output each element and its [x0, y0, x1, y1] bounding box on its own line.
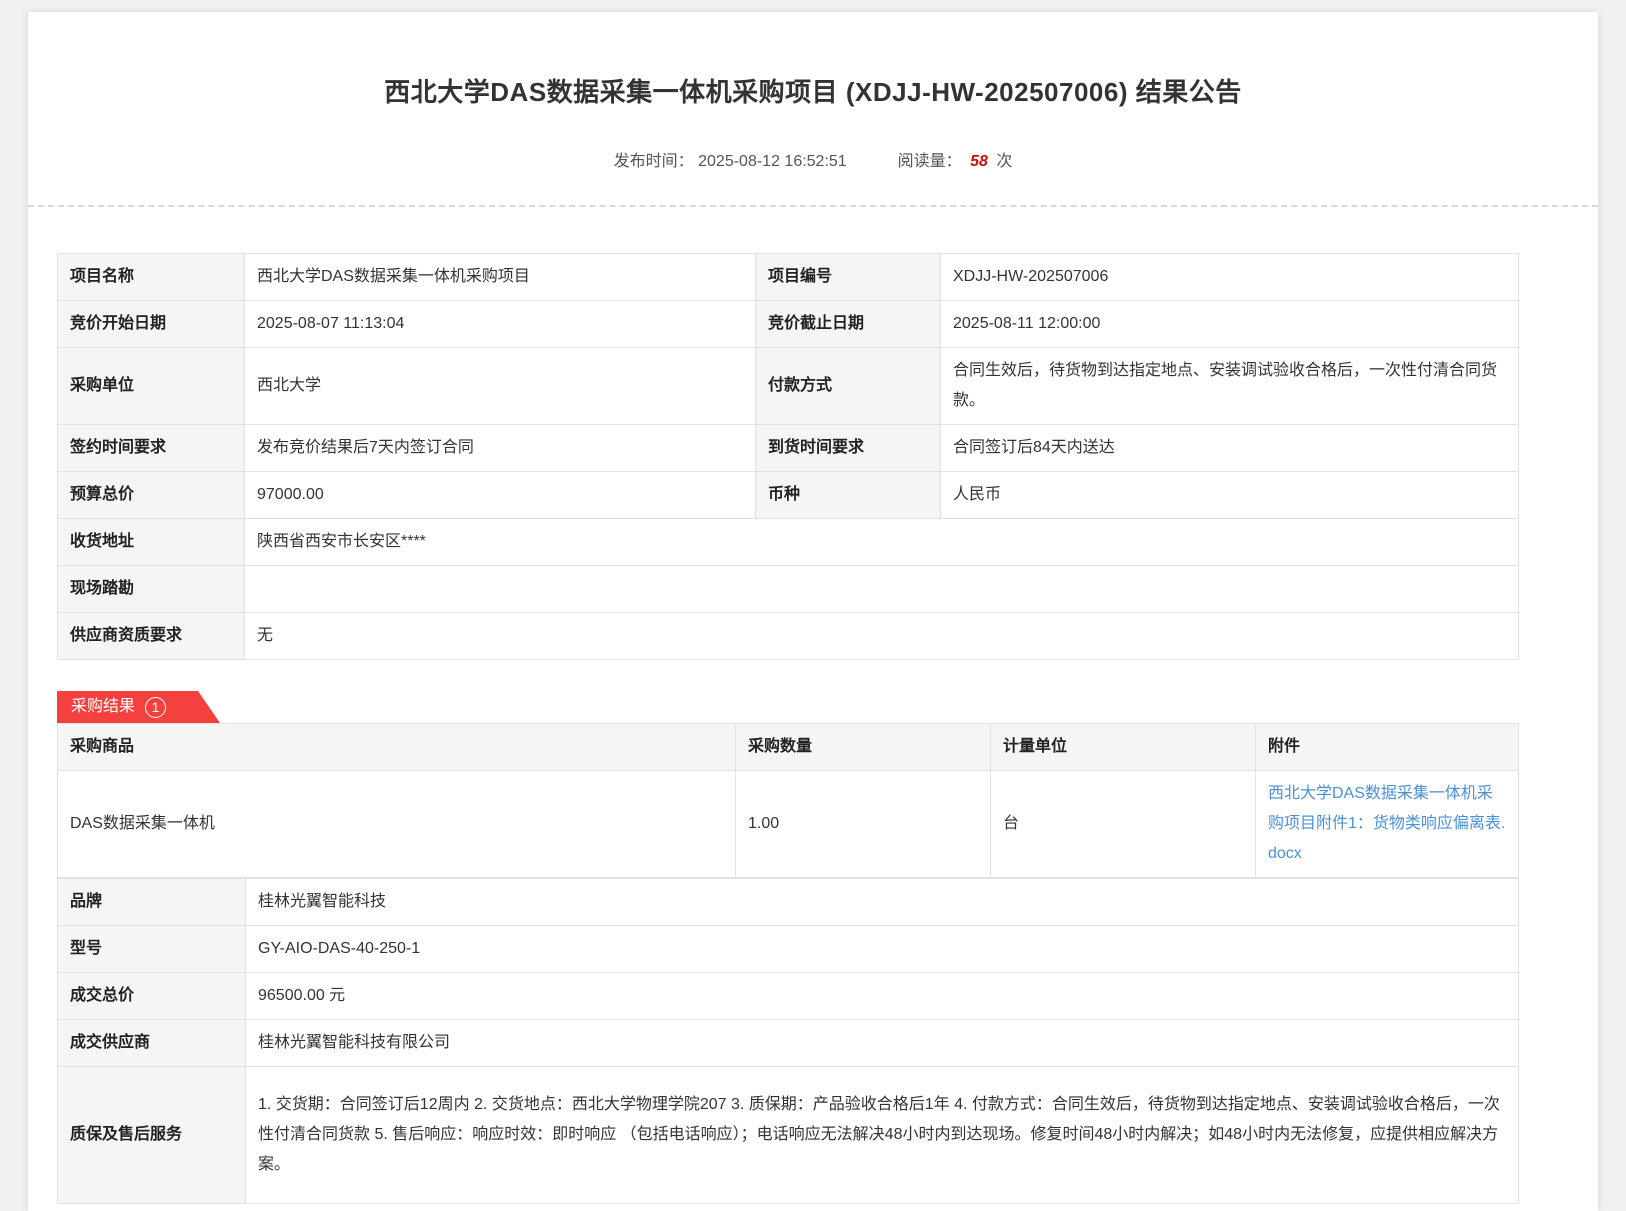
delivery-time-label: 到货时间要求: [756, 425, 941, 472]
table-row: 预算总价 97000.00 币种 人民币: [58, 472, 1519, 519]
qualification-label: 供应商资质要求: [58, 613, 245, 660]
table-row: 项目名称 西北大学DAS数据采集一体机采购项目 项目编号 XDJJ-HW-202…: [58, 254, 1519, 301]
bid-end-label: 竞价截止日期: [756, 301, 941, 348]
bid-start-label: 竞价开始日期: [58, 301, 245, 348]
table-row: 质保及售后服务 1. 交货期：合同签订后12周内 2. 交货地点：西北大学物理学…: [58, 1067, 1519, 1204]
delivery-time-value: 合同签订后84天内送达: [941, 425, 1519, 472]
content-area: 项目名称 西北大学DAS数据采集一体机采购项目 项目编号 XDJJ-HW-202…: [28, 253, 1518, 1204]
goods-column-header: 采购商品: [58, 724, 736, 771]
views-count: 58: [970, 153, 988, 170]
qualification-value: 无: [245, 613, 1519, 660]
result-item-row: DAS数据采集一体机 1.00 台 西北大学DAS数据采集一体机采购项目附件1：…: [58, 771, 1519, 878]
payment-label: 付款方式: [756, 348, 941, 425]
result-count-badge: 1: [145, 697, 166, 718]
brand-value: 桂林光翼智能科技: [246, 879, 1519, 926]
model-value: GY-AIO-DAS-40-250-1: [246, 926, 1519, 973]
sign-time-label: 签约时间要求: [58, 425, 245, 472]
result-item-table: 采购商品 采购数量 计量单位 附件 DAS数据采集一体机 1.00 台 西北大学…: [57, 723, 1519, 878]
bid-end-value: 2025-08-11 12:00:00: [941, 301, 1519, 348]
result-detail-table: 品牌 桂林光翼智能科技 型号 GY-AIO-DAS-40-250-1 成交总价 …: [57, 878, 1519, 1204]
unit-column-header: 计量单位: [991, 724, 1256, 771]
model-label: 型号: [58, 926, 246, 973]
deal-price-value: 96500.00 元: [246, 973, 1519, 1020]
supplier-label: 成交供应商: [58, 1020, 246, 1067]
result-section-tab: 采购结果 1: [57, 691, 220, 723]
address-label: 收货地址: [58, 519, 245, 566]
warranty-label: 质保及售后服务: [58, 1067, 246, 1204]
goods-name: DAS数据采集一体机: [58, 771, 736, 878]
site-visit-label: 现场踏勘: [58, 566, 245, 613]
supplier-value: 桂林光翼智能科技有限公司: [246, 1020, 1519, 1067]
table-row: 收货地址 陕西省西安市长安区****: [58, 519, 1519, 566]
budget-value: 97000.00: [245, 472, 756, 519]
table-row: 供应商资质要求 无: [58, 613, 1519, 660]
table-row: 采购单位 西北大学 付款方式 合同生效后，待货物到达指定地点、安装调试验收合格后…: [58, 348, 1519, 425]
publish-time-label: 发布时间：: [614, 153, 694, 170]
currency-label: 币种: [756, 472, 941, 519]
announcement-card: 西北大学DAS数据采集一体机采购项目 (XDJJ-HW-202507006) 结…: [28, 12, 1598, 1211]
deal-price-label: 成交总价: [58, 973, 246, 1020]
publish-meta: 发布时间： 2025-08-12 16:52:51 阅读量： 58 次: [28, 147, 1598, 171]
table-row: 竞价开始日期 2025-08-07 11:13:04 竞价截止日期 2025-0…: [58, 301, 1519, 348]
table-row: 型号 GY-AIO-DAS-40-250-1: [58, 926, 1519, 973]
warranty-value: 1. 交货期：合同签订后12周内 2. 交货地点：西北大学物理学院207 3. …: [246, 1067, 1519, 1204]
project-name-label: 项目名称: [58, 254, 245, 301]
currency-value: 人民币: [941, 472, 1519, 519]
bid-start-value: 2025-08-07 11:13:04: [245, 301, 756, 348]
project-code-value: XDJJ-HW-202507006: [941, 254, 1519, 301]
attachment-cell: 西北大学DAS数据采集一体机采购项目附件1：货物类响应偏离表.docx: [1256, 771, 1519, 878]
sign-time-value: 发布竞价结果后7天内签订合同: [245, 425, 756, 472]
attachment-column-header: 附件: [1256, 724, 1519, 771]
result-header-row: 采购商品 采购数量 计量单位 附件: [58, 724, 1519, 771]
address-value: 陕西省西安市长安区****: [245, 519, 1519, 566]
buyer-label: 采购单位: [58, 348, 245, 425]
goods-quantity: 1.00: [736, 771, 991, 878]
project-code-label: 项目编号: [756, 254, 941, 301]
table-row: 成交总价 96500.00 元: [58, 973, 1519, 1020]
project-info-table: 项目名称 西北大学DAS数据采集一体机采购项目 项目编号 XDJJ-HW-202…: [57, 253, 1519, 660]
table-row: 成交供应商 桂林光翼智能科技有限公司: [58, 1020, 1519, 1067]
buyer-value: 西北大学: [245, 348, 756, 425]
project-name-value: 西北大学DAS数据采集一体机采购项目: [245, 254, 756, 301]
payment-value: 合同生效后，待货物到达指定地点、安装调试验收合格后，一次性付清合同货款。: [941, 348, 1519, 425]
budget-label: 预算总价: [58, 472, 245, 519]
result-tab-label: 采购结果: [71, 691, 135, 723]
views-label: 阅读量：: [898, 153, 962, 170]
table-row: 品牌 桂林光翼智能科技: [58, 879, 1519, 926]
dashed-divider: [28, 205, 1598, 207]
attachment-link[interactable]: 西北大学DAS数据采集一体机采购项目附件1：货物类响应偏离表.docx: [1268, 785, 1505, 862]
goods-unit: 台: [991, 771, 1256, 878]
views-unit: 次: [996, 153, 1012, 170]
table-row: 现场踏勘: [58, 566, 1519, 613]
page-title: 西北大学DAS数据采集一体机采购项目 (XDJJ-HW-202507006) 结…: [28, 72, 1598, 109]
quantity-column-header: 采购数量: [736, 724, 991, 771]
publish-time-value: 2025-08-12 16:52:51: [698, 153, 847, 170]
brand-label: 品牌: [58, 879, 246, 926]
site-visit-value: [245, 566, 1519, 613]
table-row: 签约时间要求 发布竞价结果后7天内签订合同 到货时间要求 合同签订后84天内送达: [58, 425, 1519, 472]
